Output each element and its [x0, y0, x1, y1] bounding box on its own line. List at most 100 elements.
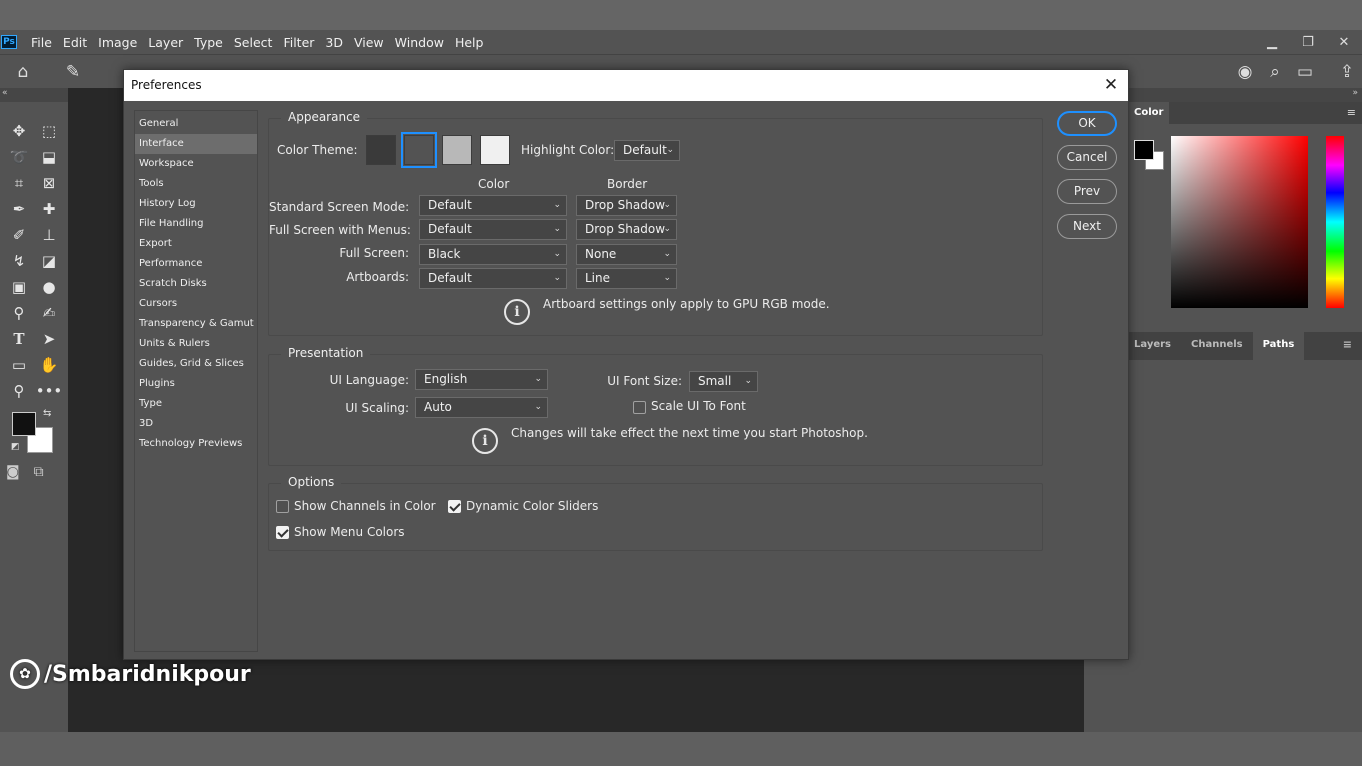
category-workspace[interactable]: Workspace — [135, 154, 257, 174]
category-cursors[interactable]: Cursors — [135, 294, 257, 314]
menu-help[interactable]: Help — [454, 35, 485, 50]
tab-layers[interactable]: Layers — [1124, 332, 1181, 360]
category-export[interactable]: Export — [135, 234, 257, 254]
menu-select[interactable]: Select — [233, 35, 274, 50]
quick-mask-icon[interactable]: ◙ — [6, 464, 20, 480]
category-interface[interactable]: Interface — [135, 134, 257, 154]
menu-file[interactable]: File — [30, 35, 53, 50]
category-technology-previews[interactable]: Technology Previews — [135, 434, 257, 454]
menu-layer[interactable]: Layer — [147, 35, 184, 50]
search-icon[interactable]: ⌕ — [1260, 57, 1290, 87]
eraser-icon[interactable]: ◪ — [34, 248, 64, 274]
artboards-border-select[interactable]: Line ⌄ — [576, 268, 677, 289]
close-icon[interactable]: ✕ — [1326, 30, 1362, 54]
dodge-icon[interactable]: ⚲ — [4, 300, 34, 326]
menu-filter[interactable]: Filter — [282, 35, 315, 50]
tab-channels[interactable]: Channels — [1181, 332, 1253, 360]
healing-icon[interactable]: ✚ — [34, 196, 64, 222]
ui-scaling-select[interactable]: Auto ⌄ — [415, 397, 548, 418]
full-screen-border-select[interactable]: None ⌄ — [576, 244, 677, 265]
theme-swatch-darkest[interactable] — [366, 135, 396, 165]
panel-menu-icon[interactable]: ≡ — [1333, 332, 1362, 360]
gradient-icon[interactable]: ▣ — [4, 274, 34, 300]
category-plugins[interactable]: Plugins — [135, 374, 257, 394]
category-tools[interactable]: Tools — [135, 174, 257, 194]
crop-icon[interactable]: ⌗ — [4, 170, 34, 196]
blur-icon[interactable]: ● — [34, 274, 64, 300]
menu-edit[interactable]: Edit — [62, 35, 88, 50]
menu-image[interactable]: Image — [97, 35, 138, 50]
dynamic-color-sliders-checkbox[interactable] — [448, 500, 461, 513]
cancel-button[interactable]: Cancel — [1057, 145, 1117, 170]
theme-swatch-light[interactable] — [480, 135, 510, 165]
toolbar-collapse[interactable]: « — [0, 88, 68, 102]
marquee-icon[interactable]: ⬚ — [34, 118, 64, 144]
full-screen-color-select[interactable]: Black ⌄ — [419, 244, 567, 265]
minimize-icon[interactable]: ▁ — [1254, 30, 1290, 54]
category-scratch-disks[interactable]: Scratch Disks — [135, 274, 257, 294]
foreground-color[interactable] — [12, 412, 36, 436]
more-icon[interactable]: ••• — [34, 378, 64, 404]
next-button[interactable]: Next — [1057, 214, 1117, 239]
hue-slider[interactable] — [1326, 136, 1344, 308]
artboards-color-select[interactable]: Default ⌄ — [419, 268, 567, 289]
standard-screen-border-select[interactable]: Drop Shadow ⌄ — [576, 195, 677, 216]
full-screen-menus-color-select[interactable]: Default ⌄ — [419, 219, 567, 240]
prev-button[interactable]: Prev — [1057, 179, 1117, 204]
pen-icon[interactable]: ✍ — [34, 300, 64, 326]
move-icon[interactable]: ✥ — [4, 118, 34, 144]
panel-collapse[interactable]: » — [1124, 88, 1362, 102]
category-units-rulers[interactable]: Units & Rulers — [135, 334, 257, 354]
color-field[interactable] — [1171, 136, 1308, 308]
category-file-handling[interactable]: File Handling — [135, 214, 257, 234]
menu-type[interactable]: Type — [193, 35, 224, 50]
swap-colors-icon[interactable]: ⇆ — [43, 408, 51, 419]
lasso-icon[interactable]: ➰ — [4, 144, 34, 170]
category-transparency-gamut[interactable]: Transparency & Gamut — [135, 314, 257, 334]
screen-mode-icon[interactable]: ⧉ — [34, 464, 44, 480]
category-type[interactable]: Type — [135, 394, 257, 414]
home-icon[interactable]: ⌂ — [8, 57, 38, 87]
default-colors-icon[interactable]: ◩ — [11, 442, 20, 452]
restore-icon[interactable]: ❐ — [1290, 30, 1326, 54]
discover-icon[interactable]: ◉ — [1230, 57, 1260, 87]
full-screen-menus-border-select[interactable]: Drop Shadow ⌄ — [576, 219, 677, 240]
category-general[interactable]: General — [135, 114, 257, 134]
close-icon[interactable]: ✕ — [1101, 70, 1121, 101]
theme-swatch-medium[interactable] — [442, 135, 472, 165]
ui-font-size-select[interactable]: Small ⌄ — [689, 371, 758, 392]
scale-ui-to-font-checkbox[interactable] — [633, 401, 646, 414]
rectangle-icon[interactable]: ▭ — [4, 352, 34, 378]
brush-icon[interactable]: ✐ — [4, 222, 34, 248]
tab-paths[interactable]: Paths — [1252, 332, 1305, 360]
color-panel-foreground[interactable] — [1134, 140, 1154, 160]
workspace-icon[interactable]: ▭ — [1290, 57, 1320, 87]
object-select-icon[interactable]: ⬓ — [34, 144, 64, 170]
category-guides-grid-slices[interactable]: Guides, Grid & Slices — [135, 354, 257, 374]
share-icon[interactable]: ⇪ — [1332, 57, 1362, 87]
ok-button[interactable]: OK — [1057, 111, 1117, 136]
category-history-log[interactable]: History Log — [135, 194, 257, 214]
frame-icon[interactable]: ⊠ — [34, 170, 64, 196]
menu-view[interactable]: View — [353, 35, 385, 50]
theme-swatch-dark[interactable] — [401, 132, 437, 168]
stamp-icon[interactable]: ⊥ — [34, 222, 64, 248]
show-channels-in-color-checkbox[interactable] — [276, 500, 289, 513]
color-tab[interactable]: Color — [1128, 102, 1170, 124]
hand-icon[interactable]: ✋ — [34, 352, 64, 378]
highlight-color-select[interactable]: Default ⌄ — [614, 140, 680, 161]
category-performance[interactable]: Performance — [135, 254, 257, 274]
eyedropper-icon[interactable]: ✒ — [4, 196, 34, 222]
eyedropper-tool-icon[interactable]: ✎ — [58, 57, 88, 87]
type-icon[interactable]: T — [4, 326, 34, 352]
category-3d[interactable]: 3D — [135, 414, 257, 434]
menu-3d[interactable]: 3D — [324, 35, 344, 50]
menu-window[interactable]: Window — [394, 35, 445, 50]
ui-language-select[interactable]: English ⌄ — [415, 369, 548, 390]
show-menu-colors-checkbox[interactable] — [276, 526, 289, 539]
standard-screen-color-select[interactable]: Default ⌄ — [419, 195, 567, 216]
path-select-icon[interactable]: ➤ — [34, 326, 64, 352]
history-brush-icon[interactable]: ↯ — [4, 248, 34, 274]
panel-menu-icon[interactable]: ≡ — [1347, 106, 1356, 119]
zoom-icon[interactable]: ⚲ — [4, 378, 34, 404]
